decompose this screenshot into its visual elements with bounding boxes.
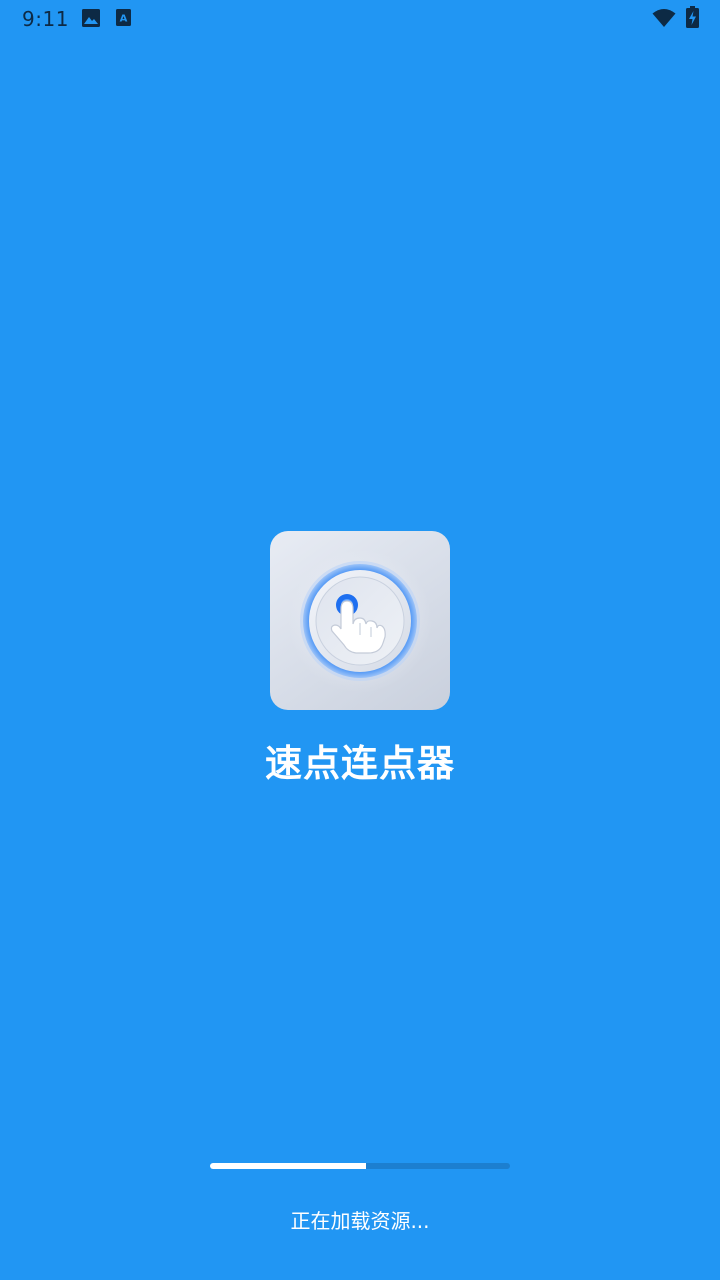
app-icon [270, 531, 450, 710]
loading-status-text: 正在加载资源... [290, 1209, 430, 1233]
wifi-icon [652, 8, 676, 32]
splash-screen: 9:11 A 速点连点器 正在加载资源... [0, 0, 720, 1280]
tap-finger-icon [288, 549, 432, 693]
svg-text:A: A [120, 14, 128, 25]
status-bar: 9:11 A [0, 0, 720, 38]
text-a-icon: A [116, 9, 131, 30]
loading-progress-fill [210, 1163, 366, 1169]
status-time: 9:11 [22, 7, 69, 31]
app-title: 速点连点器 [265, 742, 455, 785]
loading-progress-bar [210, 1163, 510, 1169]
battery-charging-icon [686, 6, 699, 32]
image-icon [82, 9, 100, 31]
